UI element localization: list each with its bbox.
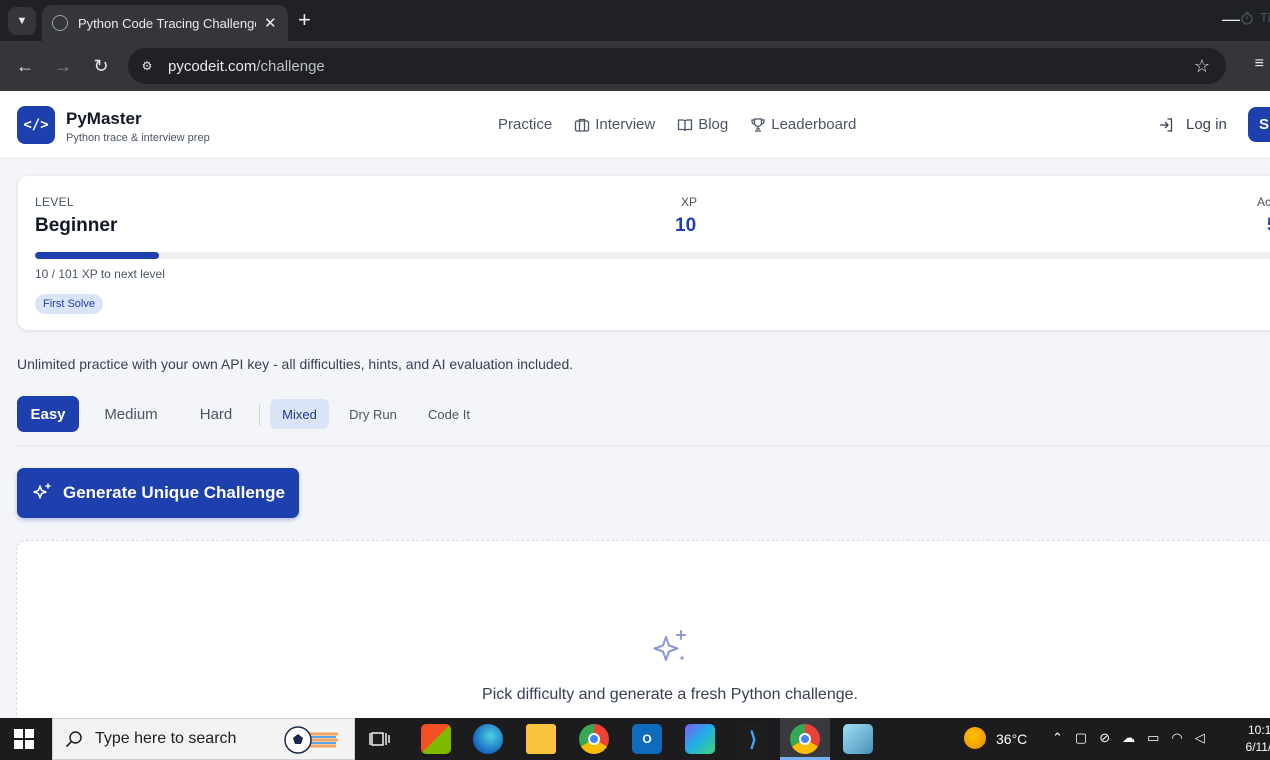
- section-divider: [17, 445, 1270, 446]
- microsoft-store-icon[interactable]: [421, 724, 451, 754]
- login-arrow-icon: [1160, 117, 1173, 132]
- microsoft-365-icon[interactable]: [685, 724, 715, 754]
- filter-divider: [259, 404, 260, 426]
- xp-label: XP: [681, 195, 698, 209]
- mode-code-it-button[interactable]: Code It: [417, 399, 481, 429]
- notes-app-icon[interactable]: [843, 724, 873, 754]
- browser-toolbar: ← → ↻ ⚙ pycodeit.com/challenge ☆ ≡: [0, 41, 1270, 91]
- edge-browser-icon[interactable]: [473, 724, 503, 754]
- signup-button[interactable]: Si: [1248, 107, 1270, 142]
- browser-tab[interactable]: Python Code Tracing Challenge ✕: [42, 5, 288, 41]
- main-nav: Practice Interview Blog Leaderboard: [498, 116, 856, 133]
- file-explorer-icon[interactable]: [526, 724, 556, 754]
- soccer-ball-icon: [284, 726, 338, 754]
- system-clock[interactable]: 10:13 6/11/2: [1228, 722, 1270, 756]
- chrome-icon[interactable]: [579, 724, 609, 754]
- generate-challenge-button[interactable]: Generate Unique Challenge: [17, 468, 299, 518]
- achievement-badge: First Solve: [35, 294, 103, 314]
- site-header: </> PyMaster Python trace & interview pr…: [0, 91, 1270, 159]
- back-arrow-icon[interactable]: ←: [12, 53, 38, 79]
- system-tray: ⌃ ▢ ⊘ ☁ ▭ ◠ ◁: [1052, 730, 1205, 746]
- clock-time: 10:13: [1247, 723, 1270, 737]
- outlook-icon[interactable]: O: [632, 724, 662, 754]
- media-controls-icon[interactable]: ≡: [1255, 55, 1264, 73]
- site-info-icon[interactable]: ⚙: [138, 57, 156, 75]
- chevron-up-icon[interactable]: ⌃: [1052, 730, 1063, 746]
- level-label: LEVEL: [35, 195, 74, 209]
- xp-progress-bar: [35, 252, 1270, 259]
- book-icon: [678, 118, 693, 131]
- windows-taskbar: Type here to search O ⟩ 36°C ⌃ ▢ ⊘ ☁ ▭ ◠…: [0, 718, 1270, 760]
- weather-sun-icon[interactable]: [964, 727, 986, 749]
- minimize-window-button[interactable]: —: [1222, 9, 1240, 30]
- difficulty-easy-button[interactable]: Easy: [17, 396, 79, 432]
- search-placeholder: Type here to search: [95, 730, 237, 747]
- nav-interview[interactable]: Interview: [574, 116, 655, 133]
- stopwatch-icon: [1241, 11, 1253, 25]
- battery-icon[interactable]: ▭: [1147, 730, 1159, 746]
- task-view-icon[interactable]: [369, 729, 391, 749]
- bookmark-star-icon[interactable]: ☆: [1194, 56, 1210, 77]
- forward-arrow-icon[interactable]: →: [50, 53, 76, 79]
- mode-dry-run-button[interactable]: Dry Run: [339, 399, 407, 429]
- code-brackets-logo-icon[interactable]: </>: [17, 106, 55, 144]
- brand-name[interactable]: PyMaster: [66, 109, 142, 129]
- temperature-text[interactable]: 36°C: [996, 731, 1027, 747]
- onedrive-cloud-icon[interactable]: ☁: [1122, 730, 1135, 746]
- address-bar[interactable]: ⚙ pycodeit.com/challenge ☆: [128, 48, 1226, 84]
- sparkles-icon: [653, 630, 686, 661]
- xp-progress-text: 10 / 101 XP to next level: [35, 267, 165, 281]
- level-value: Beginner: [35, 215, 118, 236]
- speaker-icon[interactable]: ◁: [1195, 730, 1205, 746]
- xp-progress-fill: [35, 252, 160, 259]
- location-off-icon[interactable]: ⊘: [1099, 730, 1110, 746]
- accuracy-label: Ac: [1257, 195, 1270, 209]
- browser-tab-bar: ▼ Python Code Tracing Challenge ✕ + —: [0, 0, 1270, 41]
- clock-date: 6/11/2: [1245, 740, 1270, 754]
- tab-search-menu-button[interactable]: ▼: [8, 7, 36, 35]
- search-icon: [65, 731, 82, 748]
- tab-close-icon[interactable]: ✕: [264, 14, 277, 32]
- taskbar-search-box[interactable]: Type here to search: [52, 718, 355, 760]
- briefcase-icon: [575, 118, 590, 132]
- difficulty-medium-button[interactable]: Medium: [95, 396, 167, 432]
- nav-blog[interactable]: Blog: [677, 116, 728, 133]
- timer-toggle[interactable]: Ti: [1240, 10, 1270, 25]
- mode-mixed-button[interactable]: Mixed: [270, 399, 329, 429]
- chrome-profile-icon[interactable]: [790, 724, 820, 754]
- new-tab-button[interactable]: +: [298, 9, 311, 31]
- xp-value: 10: [675, 215, 697, 236]
- sparkles-icon: [33, 483, 51, 499]
- trophy-icon: [751, 117, 765, 132]
- tab-title: Python Code Tracing Challenge: [78, 15, 256, 31]
- windows-start-icon[interactable]: [14, 729, 34, 749]
- vscode-icon[interactable]: ⟩: [738, 724, 768, 754]
- brand-tagline: Python trace & interview prep: [66, 132, 210, 144]
- login-link[interactable]: Log in: [1158, 116, 1227, 133]
- progress-stats-card: LEVEL Beginner XP 10 Ac 5 10 / 101 XP to…: [18, 176, 1270, 330]
- reload-icon[interactable]: ↻: [88, 53, 114, 79]
- nav-leaderboard[interactable]: Leaderboard: [750, 116, 856, 133]
- challenge-empty-state: Pick difficulty and generate a fresh Pyt…: [16, 540, 1270, 730]
- nav-practice[interactable]: Practice: [498, 116, 552, 133]
- wifi-icon[interactable]: ◠: [1171, 730, 1182, 746]
- meet-now-icon[interactable]: ▢: [1075, 730, 1087, 746]
- intro-text: Unlimited practice with your own API key…: [17, 356, 574, 372]
- difficulty-hard-button[interactable]: Hard: [187, 396, 245, 432]
- url-text: pycodeit.com/challenge: [168, 57, 325, 75]
- globe-icon: [52, 15, 68, 31]
- empty-state-text: Pick difficulty and generate a fresh Pyt…: [482, 686, 858, 703]
